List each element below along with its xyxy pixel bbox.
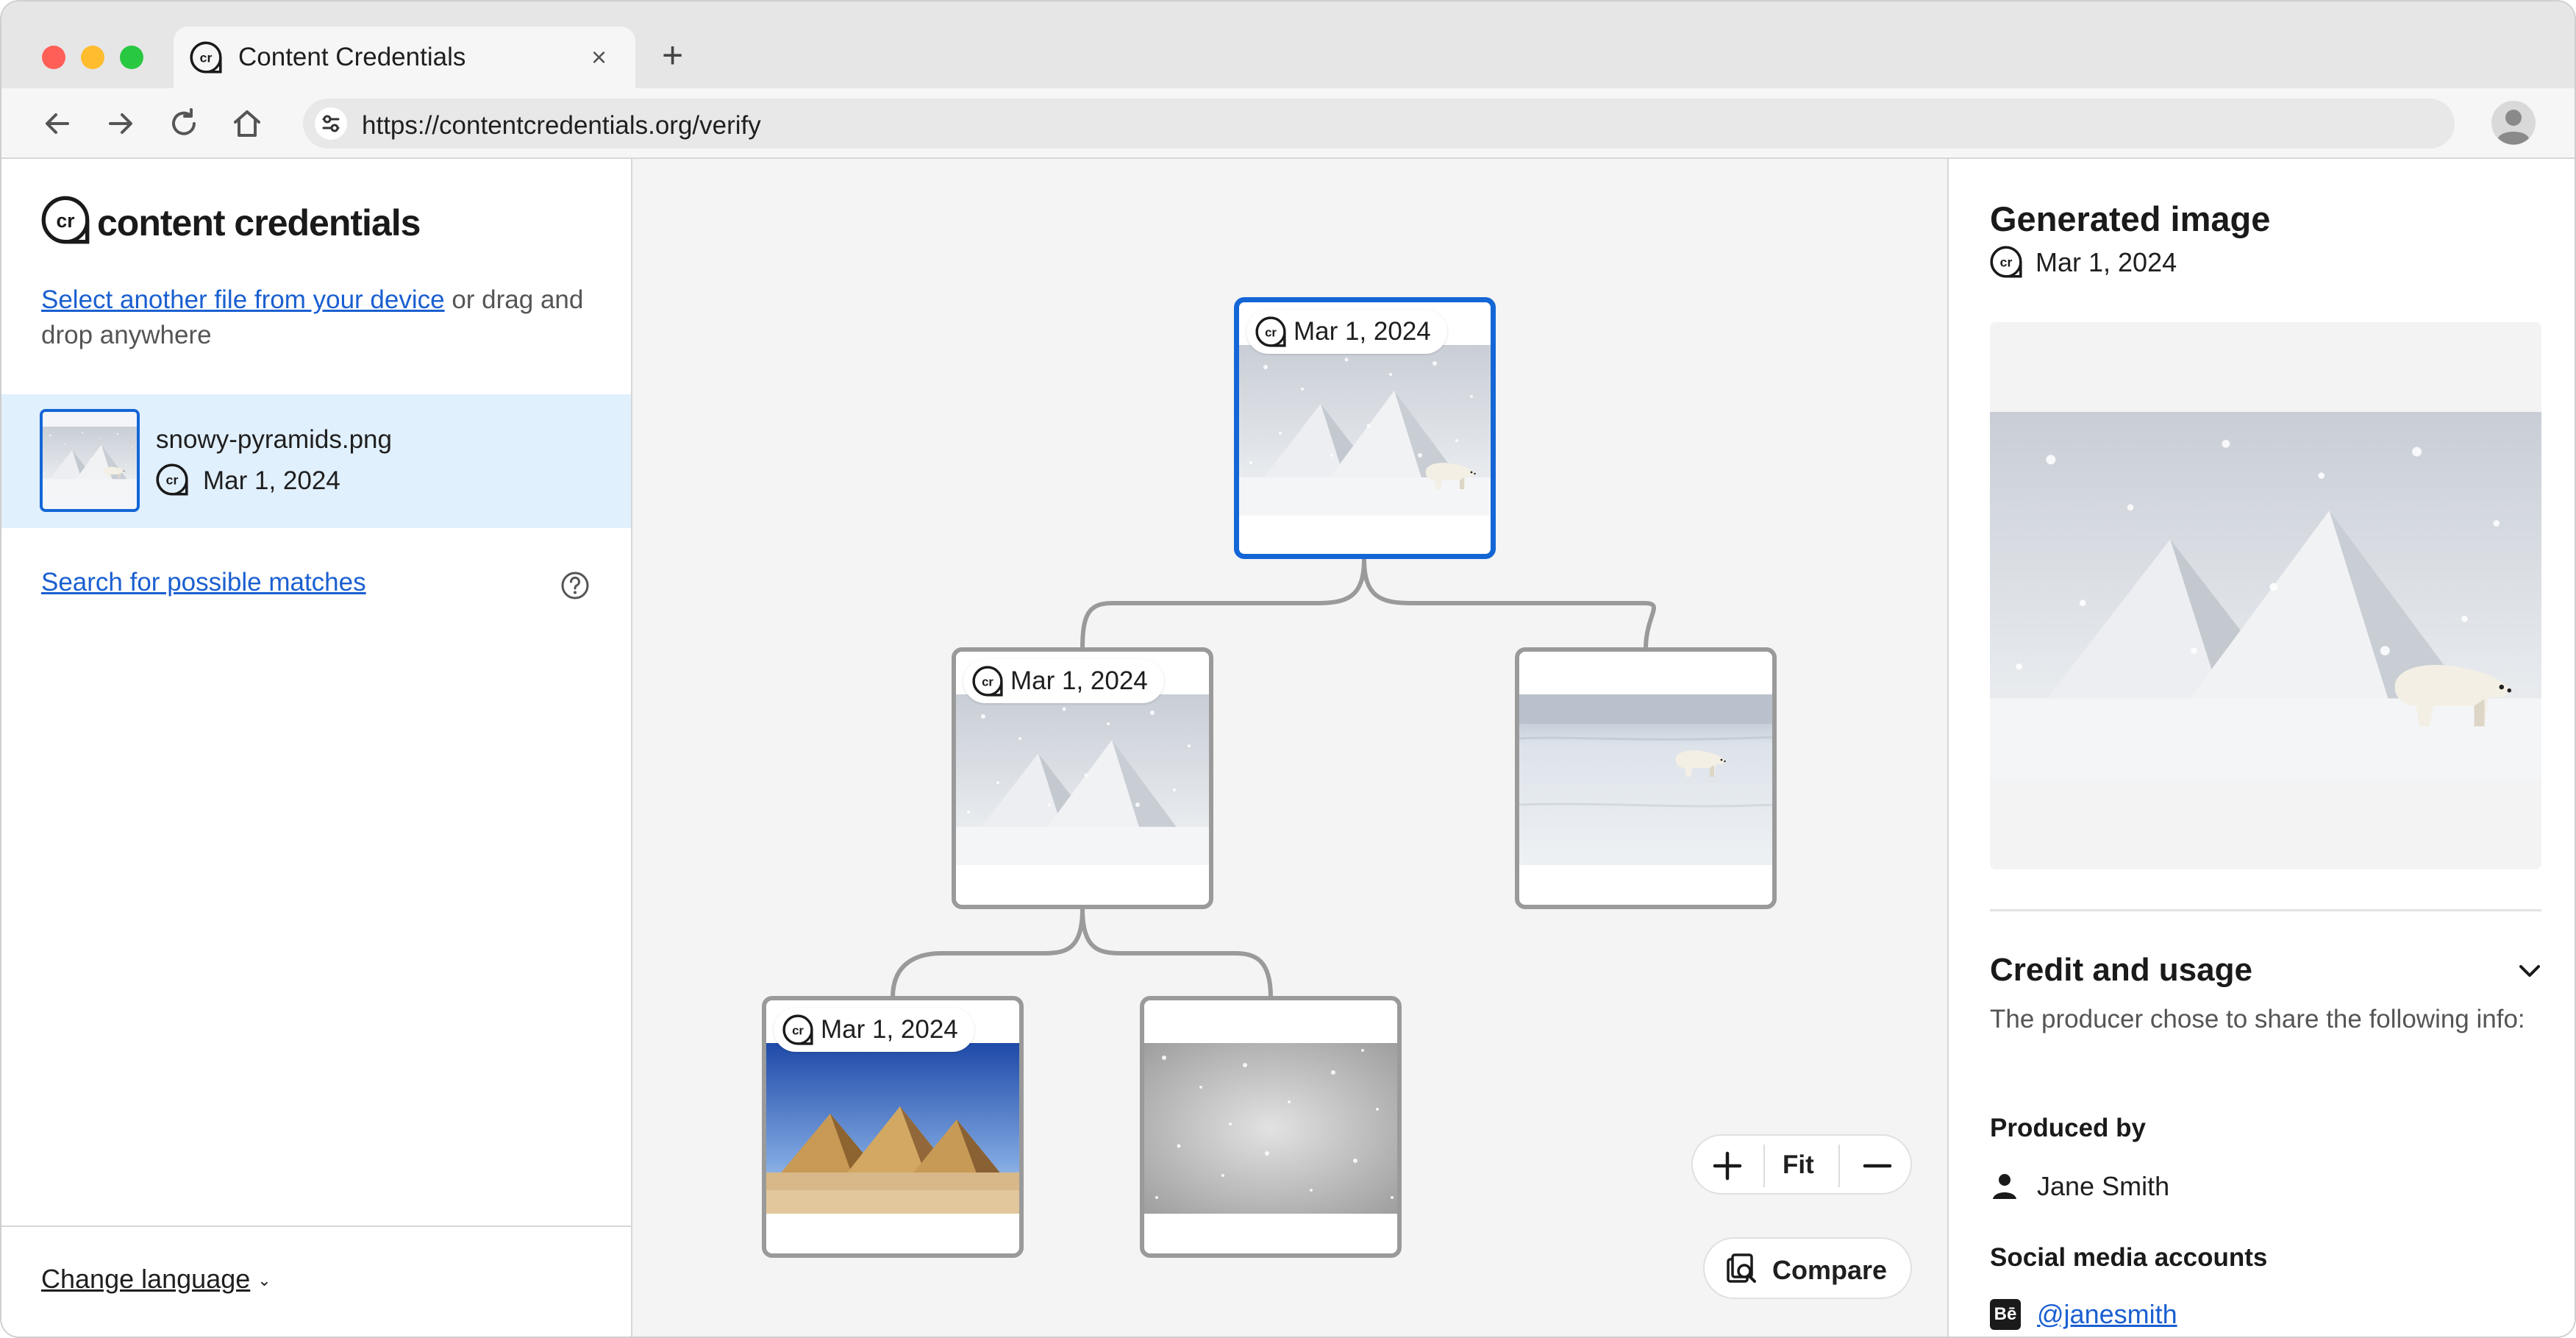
produced-by-label: Produced by [1990,1114,2146,1142]
left-sidebar: content credentials Select another file … [1,159,632,1337]
image-preview [1990,322,2541,869]
cr-logo-icon [156,463,188,496]
provenance-canvas[interactable]: Mar 1, 2024 Mar 1, 2024 Mar 1, 2024 Fit … [632,159,1947,1337]
file-name: snowy-pyramids.png [156,425,392,454]
node-date: Mar 1, 2024 [1010,666,1148,695]
close-tab-icon[interactable]: × [591,44,607,71]
compare-label: Compare [1772,1255,1888,1285]
zoom-fit-button[interactable]: Fit [1783,1150,1814,1180]
cr-logo-icon [41,196,90,244]
panel-date: Mar 1, 2024 [2036,247,2177,277]
chevron-down-icon[interactable] [2515,961,2544,983]
divider [1838,1145,1840,1187]
home-icon[interactable] [229,106,265,141]
browser-window: Content Credentials × + https://contentc… [0,0,2576,1338]
node-date: Mar 1, 2024 [821,1015,958,1044]
site-settings-icon[interactable] [313,106,349,141]
help-icon[interactable] [560,571,590,600]
file-date: Mar 1, 2024 [203,466,340,495]
profile-avatar-icon[interactable] [2491,100,2536,146]
node-image-polar-bear [1519,694,1772,865]
file-select-instructions: Select another file from your device or … [41,282,600,353]
zoom-control: Fit [1691,1134,1912,1195]
new-tab-button[interactable]: + [662,37,683,74]
node-date-badge: Mar 1, 2024 [963,659,1164,703]
provenance-node-root[interactable]: Mar 1, 2024 [1234,297,1496,559]
change-language-label: Change language [41,1264,251,1294]
social-accounts-label: Social media accounts [1990,1243,2268,1272]
compare-button[interactable]: Compare [1703,1237,1912,1299]
provenance-node-snowy-pyramids[interactable]: Mar 1, 2024 [952,647,1213,909]
address-bar[interactable]: https://contentcredentials.org/verify [303,99,2455,149]
provenance-node-polar-bear[interactable] [1515,647,1777,909]
compare-icon [1727,1253,1756,1283]
cr-logo-icon [1990,246,2022,278]
maximize-window-button[interactable] [120,46,143,69]
divider [1763,1145,1765,1187]
social-handle-link[interactable]: @janesmith [2037,1299,2177,1330]
close-window-button[interactable] [42,46,65,69]
cr-logo-icon [1255,316,1286,347]
node-date: Mar 1, 2024 [1294,317,1431,346]
cr-logo-icon [190,41,222,74]
provenance-node-snow-texture[interactable] [1140,996,1402,1258]
search-matches-link[interactable]: Search for possible matches [41,568,366,597]
provenance-node-desert-pyramids[interactable]: Mar 1, 2024 [762,996,1024,1258]
credit-usage-heading[interactable]: Credit and usage [1990,952,2252,989]
node-image-snow-texture [1144,1043,1397,1214]
producer-name: Jane Smith [2037,1171,2170,1201]
tab-title: Content Credentials [238,43,466,71]
cr-logo-icon [782,1014,813,1045]
forward-arrow-icon[interactable] [103,106,138,141]
preview-snowy-pyramids-bear [1990,412,2541,781]
sidebar-footer: Change language ⌄ [1,1225,631,1337]
tab-bar: Content Credentials × + [1,1,2575,88]
file-thumbnail [40,409,140,512]
zoom-in-icon[interactable] [1709,1147,1746,1184]
behance-icon: Bē [1990,1299,2021,1330]
person-icon [1990,1171,2019,1200]
node-image-desert-pyramids [766,1043,1019,1214]
divider [1990,909,2541,911]
url-text[interactable]: https://contentcredentials.org/verify [362,111,761,140]
chevron-down-icon: ⌄ [257,1271,271,1290]
zoom-out-icon[interactable] [1859,1147,1896,1184]
brand-name: content credentials [97,202,421,243]
browser-toolbar: https://contentcredentials.org/verify [1,88,2575,159]
node-date-badge: Mar 1, 2024 [774,1008,974,1052]
credit-usage-description: The producer chose to share the followin… [1990,1005,2525,1033]
panel-title: Generated image [1990,199,2271,238]
reload-icon[interactable] [166,106,201,141]
node-date-badge: Mar 1, 2024 [1246,310,1447,354]
cr-logo-icon [972,666,1003,697]
node-image-snowy-pyramids-bear [1239,345,1491,516]
node-image-snowy-pyramids [956,694,1209,865]
details-panel: Generated image Mar 1, 2024 Credit and u… [1947,159,2575,1337]
change-language-button[interactable]: Change language ⌄ [41,1264,271,1295]
selected-file-row[interactable]: snowy-pyramids.png Mar 1, 2024 [1,394,631,528]
minimize-window-button[interactable] [81,46,104,69]
browser-tab-content-credentials[interactable]: Content Credentials × [174,26,635,88]
back-arrow-icon[interactable] [40,106,75,141]
select-file-link[interactable]: Select another file from your device [41,285,445,314]
